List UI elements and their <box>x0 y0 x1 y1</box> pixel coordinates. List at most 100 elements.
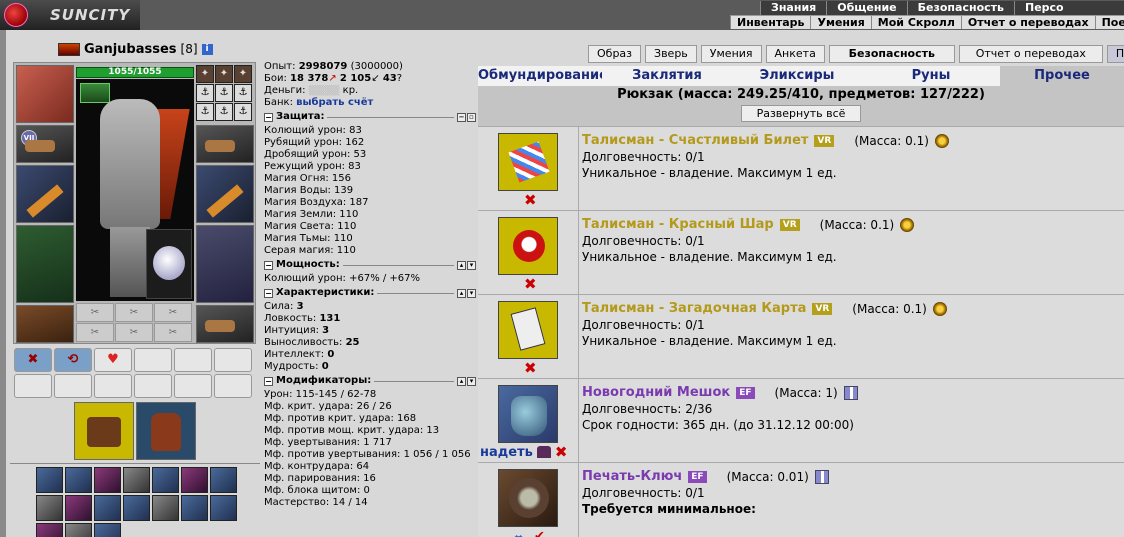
hints-button[interactable]: Подск <box>1106 45 1124 63</box>
collapse-icon[interactable]: − <box>264 288 273 298</box>
menu-knowledge[interactable]: Знания <box>760 1 826 15</box>
empty-scroll-slot[interactable] <box>94 374 132 398</box>
power-section-header[interactable]: − Мощность: ▴ ▾ <box>264 258 476 272</box>
empty-slot[interactable]: ✂ <box>76 323 114 342</box>
tab-other[interactable]: Прочее <box>1000 66 1124 86</box>
empty-scroll-slot[interactable] <box>214 348 252 372</box>
ring-icon[interactable]: ⚓ <box>234 84 252 102</box>
effect-icon[interactable] <box>123 495 150 521</box>
tab-spells[interactable]: Заклятия <box>602 66 732 86</box>
effect-icon[interactable] <box>36 523 63 537</box>
pet-button[interactable]: Зверь <box>645 45 697 63</box>
armor-slot[interactable] <box>16 225 74 303</box>
effect-icon[interactable] <box>94 523 121 537</box>
earring-icon[interactable]: ✦ <box>234 65 252 83</box>
earring-icon[interactable]: ✦ <box>196 65 214 83</box>
empty-scroll-slot[interactable] <box>214 374 252 398</box>
effect-icon[interactable] <box>181 495 208 521</box>
characteristics-section-header[interactable]: − Характеристики: ▴ ▾ <box>264 286 476 300</box>
item-icon[interactable] <box>498 301 558 359</box>
bank-link[interactable]: выбрать счёт <box>296 97 373 108</box>
transfer-icon[interactable]: ⇔ <box>514 531 523 537</box>
item-icon[interactable] <box>498 133 558 191</box>
earring-icon[interactable]: ✦ <box>215 65 233 83</box>
delete-icon[interactable]: ✖ <box>524 275 537 293</box>
wear-link[interactable]: надеть <box>480 445 533 460</box>
tab-elixirs[interactable]: Эликсиры <box>732 66 862 86</box>
security-button[interactable]: Безопасность <box>828 45 955 63</box>
menu-my-scroll[interactable]: Мой Скролл <box>870 16 961 29</box>
empty-slot[interactable]: ✂ <box>115 303 153 322</box>
item-icon[interactable] <box>498 385 558 443</box>
item-name[interactable]: Талисман - Красный Шар <box>582 217 774 233</box>
empty-slot[interactable]: ✂ <box>154 303 192 322</box>
helmet-slot[interactable] <box>16 65 74 123</box>
expand-icon[interactable]: ▫ <box>467 112 476 122</box>
effect-icon[interactable] <box>210 467 237 493</box>
profile-button[interactable]: Анкета <box>765 45 825 63</box>
delete-icon[interactable]: ✖ <box>555 443 568 461</box>
scroll-return-icon[interactable]: ⟲ <box>54 348 92 372</box>
up-icon[interactable]: ▴ <box>457 260 466 270</box>
delete-icon[interactable]: ✖ <box>524 191 537 209</box>
item-name[interactable]: Талисман - Загадочная Карта <box>582 301 806 317</box>
menu-skills[interactable]: Умения <box>810 16 870 29</box>
collapse-icon[interactable]: − <box>264 260 273 270</box>
empty-scroll-slot[interactable] <box>54 374 92 398</box>
effect-icon[interactable] <box>123 467 150 493</box>
gloves-slot[interactable] <box>196 125 254 163</box>
tab-runes[interactable]: Руны <box>862 66 1000 86</box>
collapse-icon[interactable]: − <box>264 112 273 122</box>
clan-flag-icon[interactable] <box>58 42 80 56</box>
logo[interactable]: SUNCITY <box>0 0 140 30</box>
delete-icon[interactable]: ✖ <box>524 359 537 377</box>
menu-inventory[interactable]: Инвентарь <box>730 16 810 29</box>
effect-icon[interactable] <box>94 467 121 493</box>
up-icon[interactable]: ▴ <box>457 376 466 386</box>
menu-fights[interactable]: Поединки <box>1094 16 1124 29</box>
up-icon[interactable]: ▴ <box>457 288 466 298</box>
amulet-icon[interactable] <box>80 83 110 103</box>
leggings-slot[interactable] <box>196 225 254 303</box>
ring-icon[interactable]: ⚓ <box>215 84 233 102</box>
scroll-heal-icon[interactable]: ♥ <box>94 348 132 372</box>
weapon-right-slot[interactable] <box>196 165 254 223</box>
effect-icon[interactable] <box>36 467 63 493</box>
menu-security[interactable]: Безопасность <box>906 1 1014 15</box>
item-icon[interactable] <box>498 469 558 527</box>
effect-icon[interactable] <box>152 467 179 493</box>
character-portrait[interactable] <box>76 79 194 301</box>
bag-icon[interactable] <box>74 402 134 460</box>
item-icon[interactable] <box>498 217 558 275</box>
shirt-icon[interactable] <box>536 446 551 458</box>
defense-section-header[interactable]: − Защита: − ▫ <box>264 110 476 124</box>
item-name[interactable]: Печать-Ключ <box>582 469 682 485</box>
down-icon[interactable]: ▾ <box>467 376 476 386</box>
menu-character[interactable]: Персо <box>1014 1 1074 15</box>
collapse-icon[interactable]: − <box>264 376 273 386</box>
belt-slot[interactable] <box>16 305 74 343</box>
tab-equipment[interactable]: Обмундирование <box>478 66 608 86</box>
menu-communication[interactable]: Общение <box>826 1 906 15</box>
expand-all-button[interactable]: Развернуть всё <box>741 105 861 122</box>
effect-icon[interactable] <box>65 467 92 493</box>
item-name[interactable]: Талисман - Счастливый Билет <box>582 133 808 149</box>
empty-scroll-slot[interactable] <box>134 348 172 372</box>
item-name[interactable]: Новогодний Мешок <box>582 385 730 401</box>
empty-scroll-slot[interactable] <box>174 374 212 398</box>
effect-icon[interactable] <box>94 495 121 521</box>
effect-icon[interactable] <box>181 467 208 493</box>
boots-slot[interactable] <box>196 305 254 343</box>
effect-icon[interactable] <box>65 523 92 537</box>
ring-icon[interactable]: ⚓ <box>215 103 233 121</box>
skills-button[interactable]: Умения <box>700 45 762 63</box>
bracer-slot[interactable]: VII <box>16 125 74 163</box>
effect-icon[interactable] <box>65 495 92 521</box>
transfer-report-button[interactable]: Отчет о переводах <box>958 45 1103 63</box>
backpack-icon[interactable] <box>136 402 196 460</box>
effect-icon[interactable] <box>210 495 237 521</box>
scroll-cancel-icon[interactable]: ✖ <box>14 348 52 372</box>
down-icon[interactable]: ▾ <box>467 288 476 298</box>
minimize-icon[interactable]: − <box>457 112 466 122</box>
empty-slot[interactable]: ✂ <box>154 323 192 342</box>
